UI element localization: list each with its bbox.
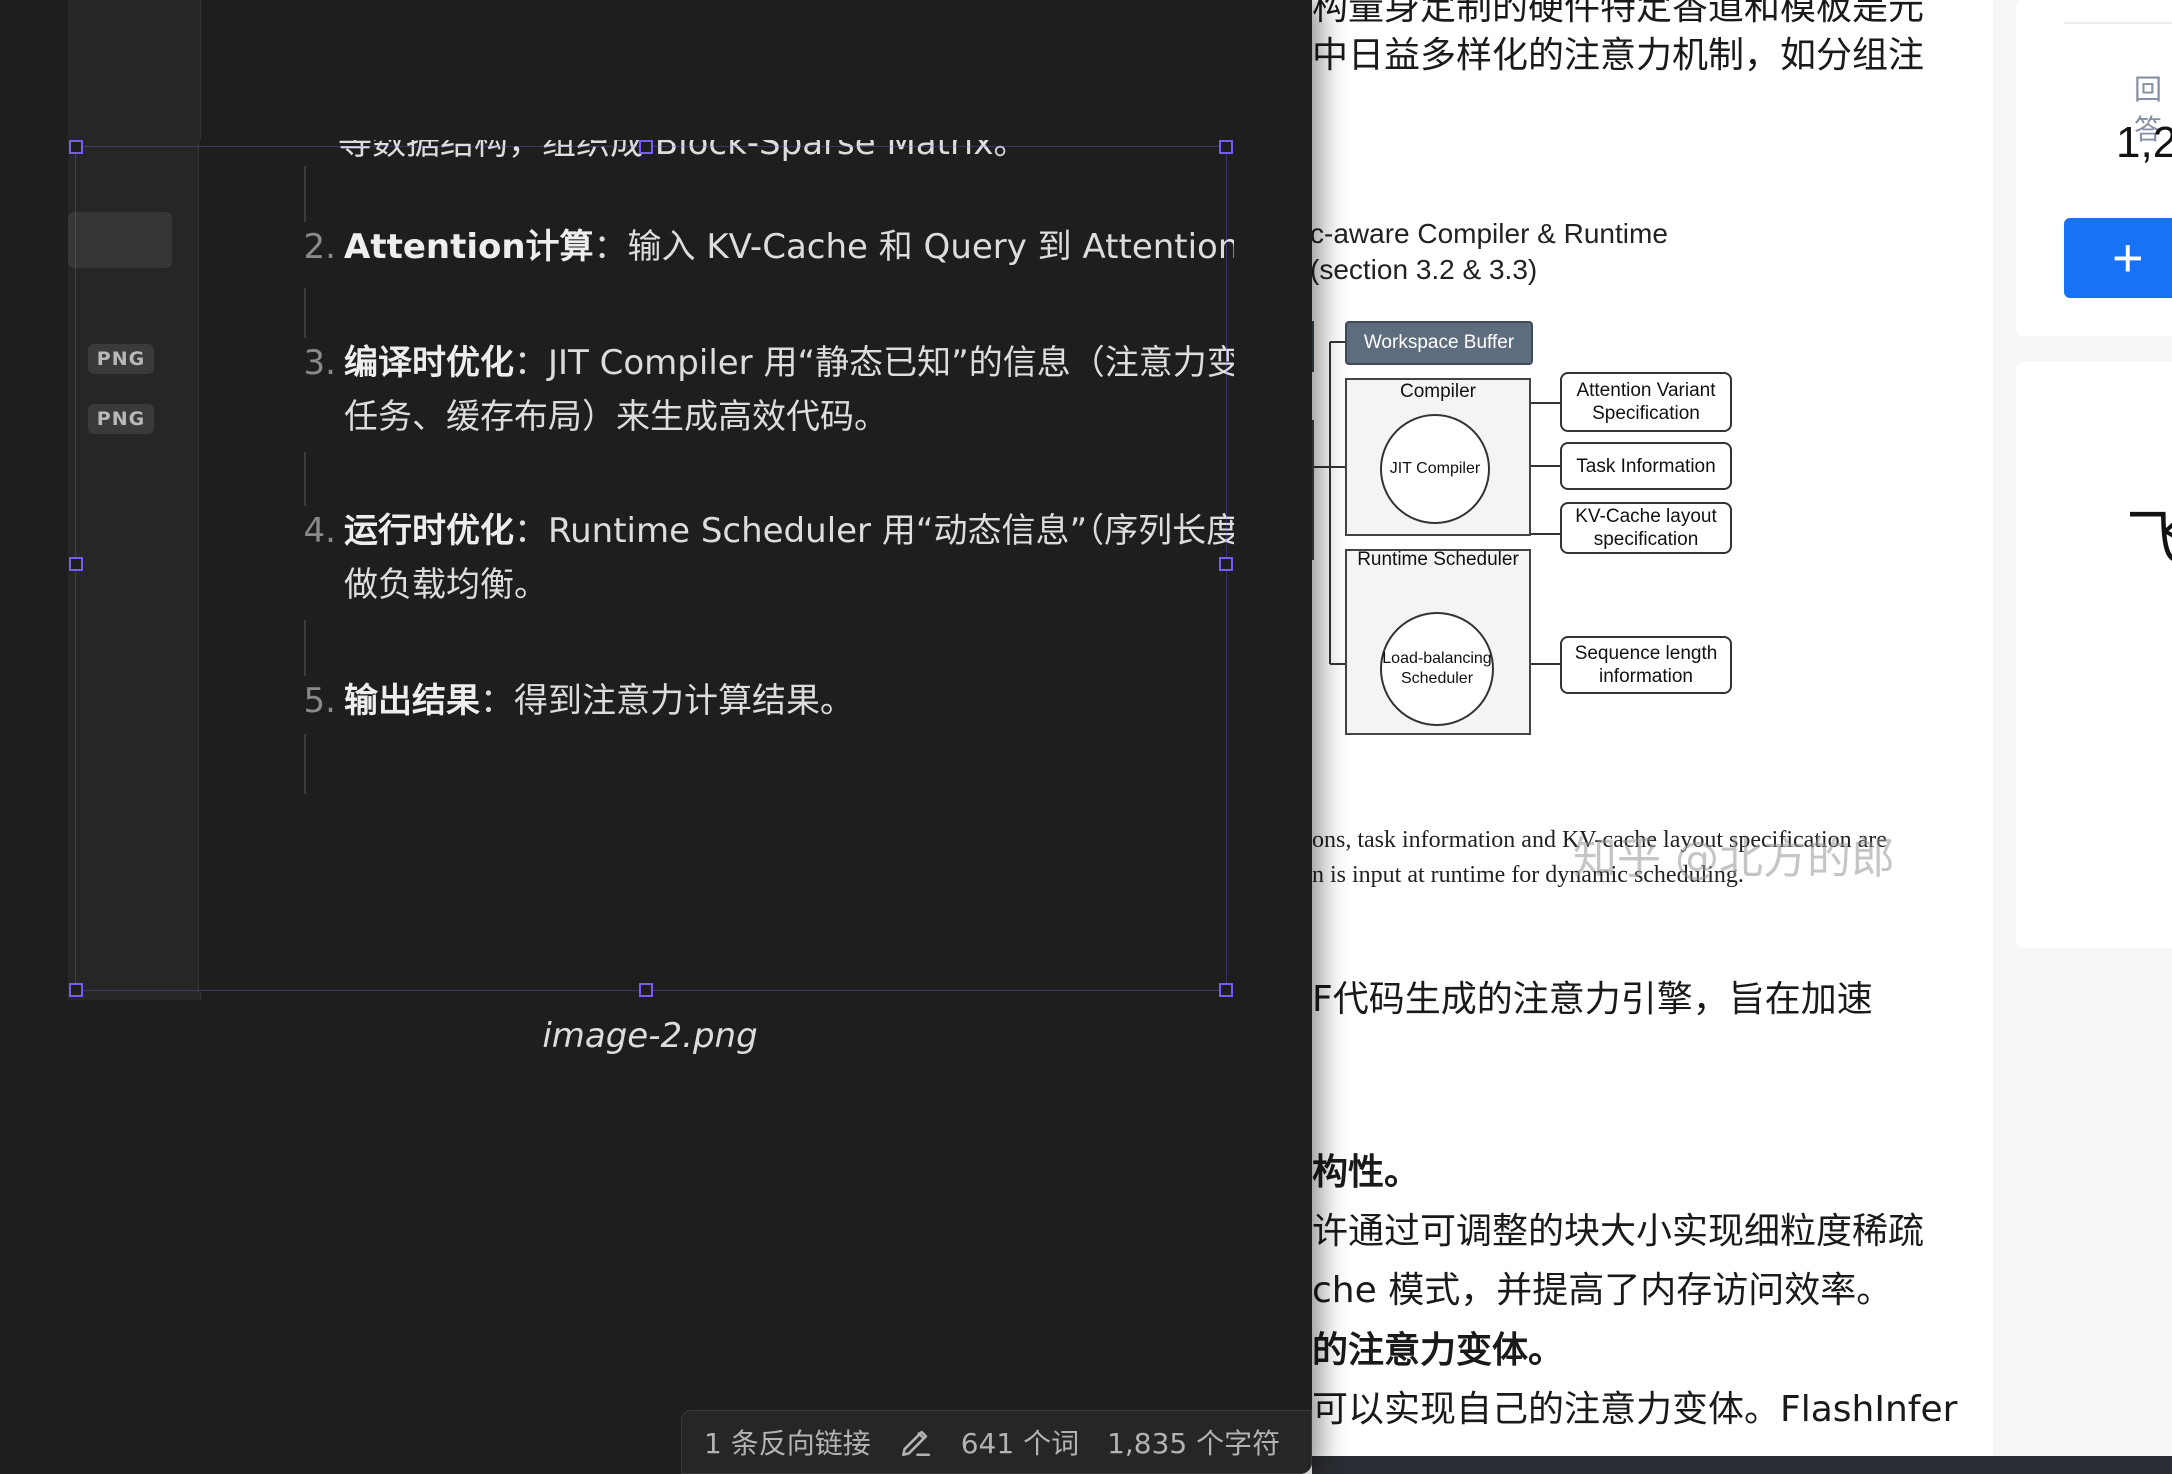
browser-page: 构量身定制的硬件特定香道和模板是元 中日益多样化的注意力机制，如分组注 c-aw… — [1280, 0, 2172, 1474]
word-count: 641 个词 — [960, 1427, 1080, 1460]
resize-handle-sw[interactable] — [69, 983, 83, 997]
article-text-line: 中日益多样化的注意力机制，如分组注 — [1312, 35, 1925, 76]
article-text-line: F代码生成的注意力引擎，旨在加速 — [1312, 979, 1873, 1020]
load-balancing-node: Load-balancing Scheduler — [1380, 612, 1494, 726]
resize-handle-s[interactable] — [639, 983, 653, 997]
resize-handle-e[interactable] — [1219, 557, 1233, 571]
status-bar: 1 条反向链接 641 个词 1,835 个字符 — [681, 1410, 1312, 1474]
runtime-scheduler-label: Runtime Scheduler — [1357, 549, 1519, 570]
article-text-line: 构量身定制的硬件特定香道和模板是元 — [1312, 0, 1925, 28]
image-caption: image-2.png — [542, 1016, 758, 1056]
workspace-buffer-box: Workspace Buffer — [1345, 321, 1533, 365]
char-count: 1,835 个字符 — [1107, 1427, 1281, 1460]
attention-variant-spec: Attention Variant Specification — [1560, 372, 1732, 432]
article-bold-line: 构性。 — [1312, 1152, 1421, 1193]
note-editor-window: PNG PNG 等数据结构，组织成 Block-Sparse Matrix。 2… — [0, 0, 1312, 1474]
backlinks-count[interactable]: 1 条反向链接 — [704, 1422, 871, 1462]
resize-handle-w[interactable] — [69, 557, 83, 571]
figure-title-line2: (section 3.2 & 3.3) — [1310, 254, 1538, 285]
sidebar-glyph: 飞 — [2126, 504, 2172, 574]
zhihu-watermark: 知乎 @北方的郎 — [1573, 833, 1895, 884]
article-text-line: che 模式，并提高了内存访问效率。 — [1312, 1270, 1893, 1311]
figure-title: c-aware Compiler & Runtime (section 3.2 … — [1310, 216, 1668, 288]
resize-handle-se[interactable] — [1219, 983, 1233, 997]
plus-icon: + — [2112, 228, 2144, 288]
jit-compiler-node: JIT Compiler — [1380, 414, 1490, 524]
resize-handle-ne[interactable] — [1219, 140, 1233, 154]
figure-title-line1: c-aware Compiler & Runtime — [1310, 218, 1668, 249]
sequence-length-spec: Sequence length information — [1560, 636, 1732, 694]
write-answer-button[interactable]: + — [2064, 218, 2172, 298]
kv-cache-layout-spec: KV-Cache layout specification — [1560, 502, 1732, 554]
resize-handle-n[interactable] — [639, 140, 653, 154]
card-divider — [2064, 22, 2172, 24]
compiler-label: Compiler — [1399, 381, 1477, 402]
task-information-spec: Task Information — [1560, 442, 1732, 490]
sidebar-card — [2016, 362, 2172, 948]
article-bold-line: 的注意力变体。 — [1312, 1330, 1565, 1371]
pencil-icon[interactable] — [899, 1425, 933, 1459]
article-content: 构量身定制的硬件特定香道和模板是元 中日益多样化的注意力机制，如分组注 c-aw… — [1280, 0, 1993, 1474]
image-selection-outline — [75, 146, 1227, 991]
resize-handle-nw[interactable] — [69, 140, 83, 154]
taskbar-strip — [1312, 1456, 2172, 1474]
answer-count-value: 1,2 — [2116, 118, 2172, 167]
article-text-line: 许通过可调整的块大小实现细粒度稀疏 — [1312, 1211, 1925, 1252]
article-text-line: 可以实现自己的注意力变体。FlashInfer — [1312, 1389, 1958, 1430]
